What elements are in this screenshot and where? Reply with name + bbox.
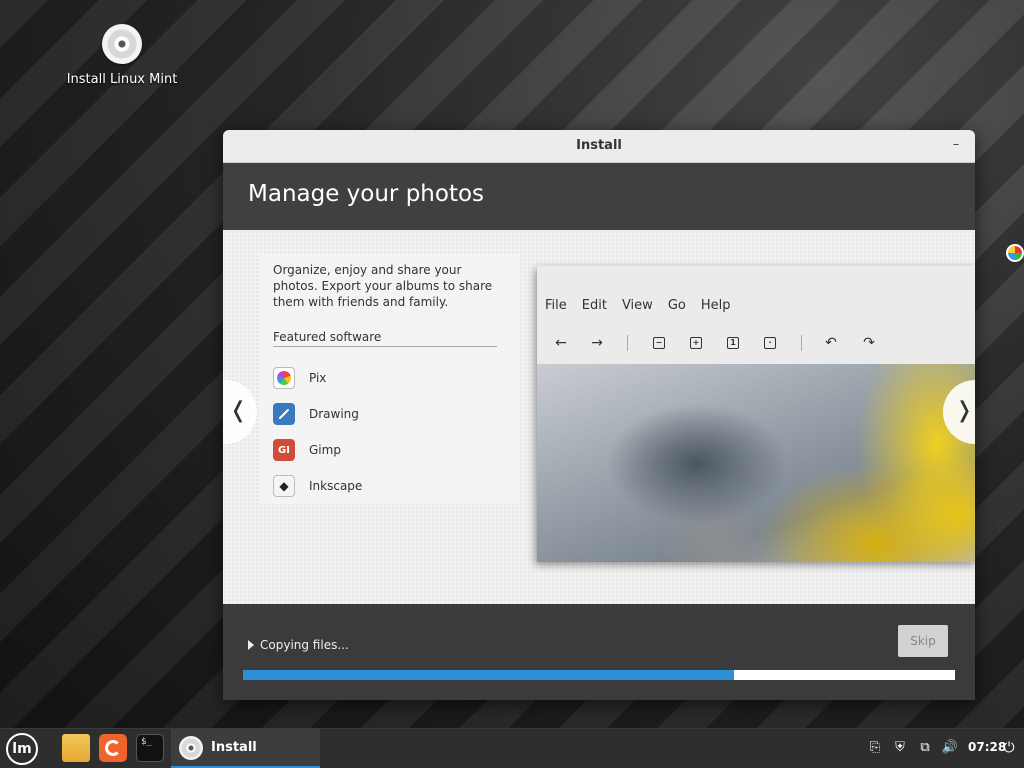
inkscape-icon: ◆ <box>273 475 295 497</box>
power-icon[interactable]: ⏻ <box>1000 739 1018 757</box>
minimize-icon[interactable]: – <box>947 136 965 154</box>
back-arrow-icon: ← <box>555 335 567 351</box>
desktop-icon-label: Install Linux Mint <box>66 72 178 87</box>
status-text: Copying files... <box>260 638 349 652</box>
installer-window: Install – Manage your photos Organize, e… <box>223 130 975 700</box>
app-item-drawing: Drawing <box>273 402 359 426</box>
menu-help: Help <box>700 298 731 313</box>
slide-heading: Manage your photos <box>248 181 485 207</box>
viewer-menubar: File Edit View Go Help <box>545 298 745 313</box>
featured-software-label: Featured software <box>273 330 497 347</box>
firefox-launcher-icon[interactable] <box>99 734 127 762</box>
desktop: Install Linux Mint Install – Manage your… <box>0 0 1024 728</box>
actual-size-icon: 1 <box>723 332 743 354</box>
mint-menu-button[interactable]: lm <box>6 733 38 765</box>
notification-badge-icon[interactable] <box>1006 244 1024 262</box>
taskbar: lm $_ Install ⎘ ⛨ ⧉ 🔊 07:28 ⏻ <box>0 728 1024 768</box>
taskbar-window-install[interactable]: Install <box>171 729 320 768</box>
network-icon[interactable]: ⧉ <box>916 739 934 757</box>
fit-icon: · <box>760 332 780 354</box>
forward-arrow-icon: → <box>591 335 603 351</box>
volume-icon[interactable]: 🔊 <box>941 739 959 757</box>
pix-icon <box>273 367 295 389</box>
rotate-right-icon: ↷ <box>863 335 875 351</box>
install-progress-bar <box>243 670 955 680</box>
menu-file: File <box>545 298 567 313</box>
description-panel: Organize, enjoy and share your photos. E… <box>259 254 519 504</box>
files-launcher-icon[interactable] <box>62 734 90 762</box>
zoom-in-icon: + <box>686 332 706 354</box>
zoom-out-icon: − <box>649 332 669 354</box>
app-name: Pix <box>309 371 327 385</box>
menu-view: View <box>621 298 653 313</box>
app-item-inkscape: ◆ Inkscape <box>273 474 362 498</box>
disc-icon <box>179 735 203 760</box>
status-expander[interactable]: Copying files... <box>248 638 349 652</box>
flower-photo <box>537 364 975 562</box>
skip-button[interactable]: Skip <box>898 625 948 657</box>
toolbar-separator <box>627 335 628 351</box>
disc-icon <box>102 24 142 64</box>
drawing-icon <box>273 403 295 425</box>
terminal-launcher-icon[interactable]: $_ <box>136 734 164 762</box>
image-viewer-preview: File Edit View Go Help ← → − + 1 · ↶ ↷ <box>537 266 975 562</box>
chevron-left-icon: ❬ <box>229 398 248 423</box>
previous-slide-button[interactable]: ❬ <box>223 380 257 444</box>
chevron-right-icon: ❭ <box>955 398 974 423</box>
slide-header: Manage your photos <box>223 163 975 231</box>
app-item-gimp: GI Gimp <box>273 438 341 462</box>
menu-edit: Edit <box>581 298 607 313</box>
progress-fill <box>243 670 735 680</box>
rotate-left-icon: ↶ <box>825 335 837 351</box>
desktop-icon-install[interactable]: Install Linux Mint <box>62 24 182 87</box>
slide-description: Organize, enjoy and share your photos. E… <box>273 263 493 309</box>
window-titlebar[interactable]: Install – <box>223 130 975 163</box>
expander-arrow-icon <box>248 640 254 650</box>
shield-icon[interactable]: ⛨ <box>891 739 909 757</box>
app-item-pix: Pix <box>273 366 326 390</box>
install-footer: Copying files... Skip <box>223 604 975 700</box>
slideshow: Organize, enjoy and share your photos. E… <box>223 230 975 604</box>
gimp-icon: GI <box>273 439 295 461</box>
toolbar-separator <box>801 335 802 351</box>
taskbar-window-label: Install <box>211 740 257 755</box>
menu-go: Go <box>667 298 686 313</box>
viewer-toolbar: ← → − + 1 · ↶ ↷ <box>551 332 971 354</box>
app-name: Drawing <box>309 407 359 421</box>
clipboard-icon[interactable]: ⎘ <box>866 739 884 757</box>
app-name: Gimp <box>309 443 341 457</box>
window-title: Install <box>576 138 622 153</box>
app-name: Inkscape <box>309 479 363 493</box>
